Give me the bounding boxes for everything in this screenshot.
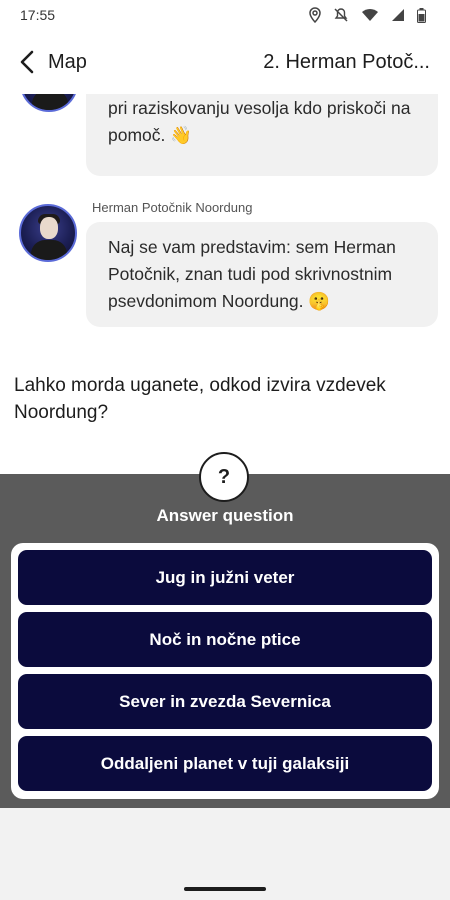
answer-option-button[interactable]: Jug in južni veter: [18, 550, 432, 605]
app-header: Map 2. Herman Potoč...: [0, 30, 450, 94]
status-time: 17:55: [20, 7, 56, 23]
page-title: 2. Herman Potoč...: [263, 50, 430, 73]
status-bar: 17:55: [0, 0, 450, 30]
sender-name: Herman Potočnik Noordung: [92, 200, 253, 215]
question-text: Lahko morda uganete, odkod izvira vzdeve…: [14, 375, 386, 423]
chevron-left-icon: [20, 50, 34, 74]
wifi-icon: [362, 9, 378, 21]
chat-area[interactable]: Pozdravljeni! Vedno sem vesel, ko mi pri…: [0, 94, 450, 448]
question-badge: ?: [199, 452, 249, 502]
home-indicator[interactable]: [184, 887, 266, 891]
answer-option-button[interactable]: Oddaljeni planet v tuji galaksiji: [18, 736, 432, 791]
answer-panel-title: Answer question: [156, 506, 294, 525]
answer-options: Jug in južni veter Noč in nočne ptice Se…: [11, 543, 439, 799]
back-label: Map: [48, 50, 87, 73]
status-icons: [309, 7, 426, 23]
message-bubble: Naj se vam predstavim: sem Herman Potočn…: [86, 222, 438, 327]
back-button[interactable]: Map: [20, 50, 87, 74]
location-icon: [309, 7, 321, 23]
avatar: [20, 94, 78, 112]
answer-option-button[interactable]: Sever in zvezda Severnica: [18, 674, 432, 729]
mute-icon: [334, 8, 348, 22]
answer-option-button[interactable]: Noč in nočne ptice: [18, 612, 432, 667]
avatar: [19, 204, 77, 262]
battery-icon: [417, 7, 426, 23]
signal-icon: [392, 9, 404, 21]
message-bubble: Pozdravljeni! Vedno sem vesel, ko mi pri…: [86, 94, 438, 176]
